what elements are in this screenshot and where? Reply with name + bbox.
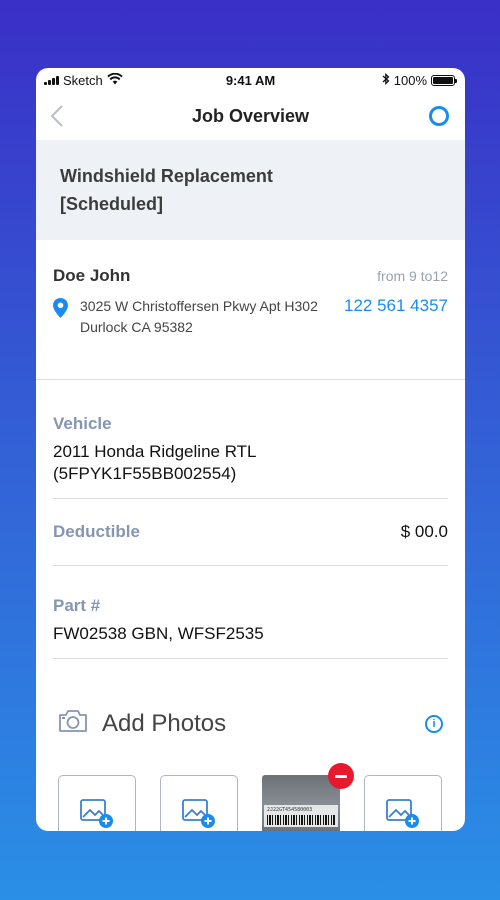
barcode-sticker: 2J22GT454580003 <box>264 805 338 827</box>
info-icon[interactable]: i <box>425 714 443 733</box>
customer-address[interactable]: 3025 W Christoffersen Pkwy Apt H302 Durl… <box>80 296 340 338</box>
add-photos-title: Add Photos <box>102 709 227 737</box>
time-window: from 9 to12 <box>377 268 448 284</box>
nav-bar: Job Overview <box>36 92 465 140</box>
page-title: Job Overview <box>191 105 310 126</box>
vehicle-field: Vehicle 2011 Honda Ridgeline RTL (5FPYK1… <box>53 380 448 499</box>
add-photo-slot[interactable] <box>58 775 136 831</box>
job-details: Vehicle 2011 Honda Ridgeline RTL (5FPYK1… <box>36 380 465 659</box>
camera-icon <box>58 709 88 738</box>
customer-section: Doe John from 9 to12 3025 W Christoffers… <box>36 240 465 380</box>
battery-fill <box>433 76 453 84</box>
job-title: Windshield Replacement [Scheduled] <box>60 166 273 214</box>
add-image-icon <box>386 799 419 828</box>
part-label: Part # <box>53 596 101 615</box>
signal-icon <box>44 75 59 85</box>
battery-percent: 100% <box>393 72 427 88</box>
barcode-bars <box>267 815 335 825</box>
carrier-label: Sketch <box>63 72 103 88</box>
chevron-left-icon <box>50 105 63 127</box>
photo-thumbnails: 2J22GT454580003 <box>36 738 465 831</box>
add-image-icon <box>182 799 215 828</box>
add-image-icon <box>80 799 113 828</box>
photos-header: Add Photos i <box>36 659 465 738</box>
status-ring-icon[interactable] <box>429 106 449 126</box>
status-bar: Sketch 9:41 AM 100% <box>36 68 465 92</box>
photo-thumbnail[interactable]: 2J22GT454580003 <box>262 763 354 831</box>
job-banner: Windshield Replacement [Scheduled] <box>36 140 465 240</box>
part-field: Part # FW02538 GBN, WFSF2535 <box>53 566 448 659</box>
deductible-field: Deductible $ 00.0 <box>53 499 448 566</box>
remove-photo-button[interactable] <box>328 763 354 789</box>
bluetooth-icon <box>382 72 390 88</box>
battery-icon <box>431 74 457 86</box>
customer-phone-link[interactable]: 122 561 4357 <box>344 296 448 338</box>
add-photo-slot[interactable] <box>160 775 238 831</box>
vehicle-label: Vehicle <box>53 414 112 433</box>
back-button[interactable] <box>50 101 74 131</box>
deductible-label: Deductible <box>53 522 140 541</box>
add-photo-slot[interactable] <box>364 775 442 831</box>
vehicle-value: 2011 Honda Ridgeline RTL (5FPYK1F55BB002… <box>53 442 256 483</box>
minus-icon <box>335 774 347 778</box>
wifi-icon <box>107 72 123 88</box>
deductible-value: $ 00.0 <box>400 522 448 541</box>
part-value: FW02538 GBN, WFSF2535 <box>53 624 264 643</box>
barcode-text: 2J22GT454580003 <box>267 807 313 813</box>
customer-name: Doe John <box>53 266 131 285</box>
phone-screen: Sketch 9:41 AM 100% Job Overview Windshi… <box>36 68 465 831</box>
map-pin-icon <box>53 298 68 338</box>
